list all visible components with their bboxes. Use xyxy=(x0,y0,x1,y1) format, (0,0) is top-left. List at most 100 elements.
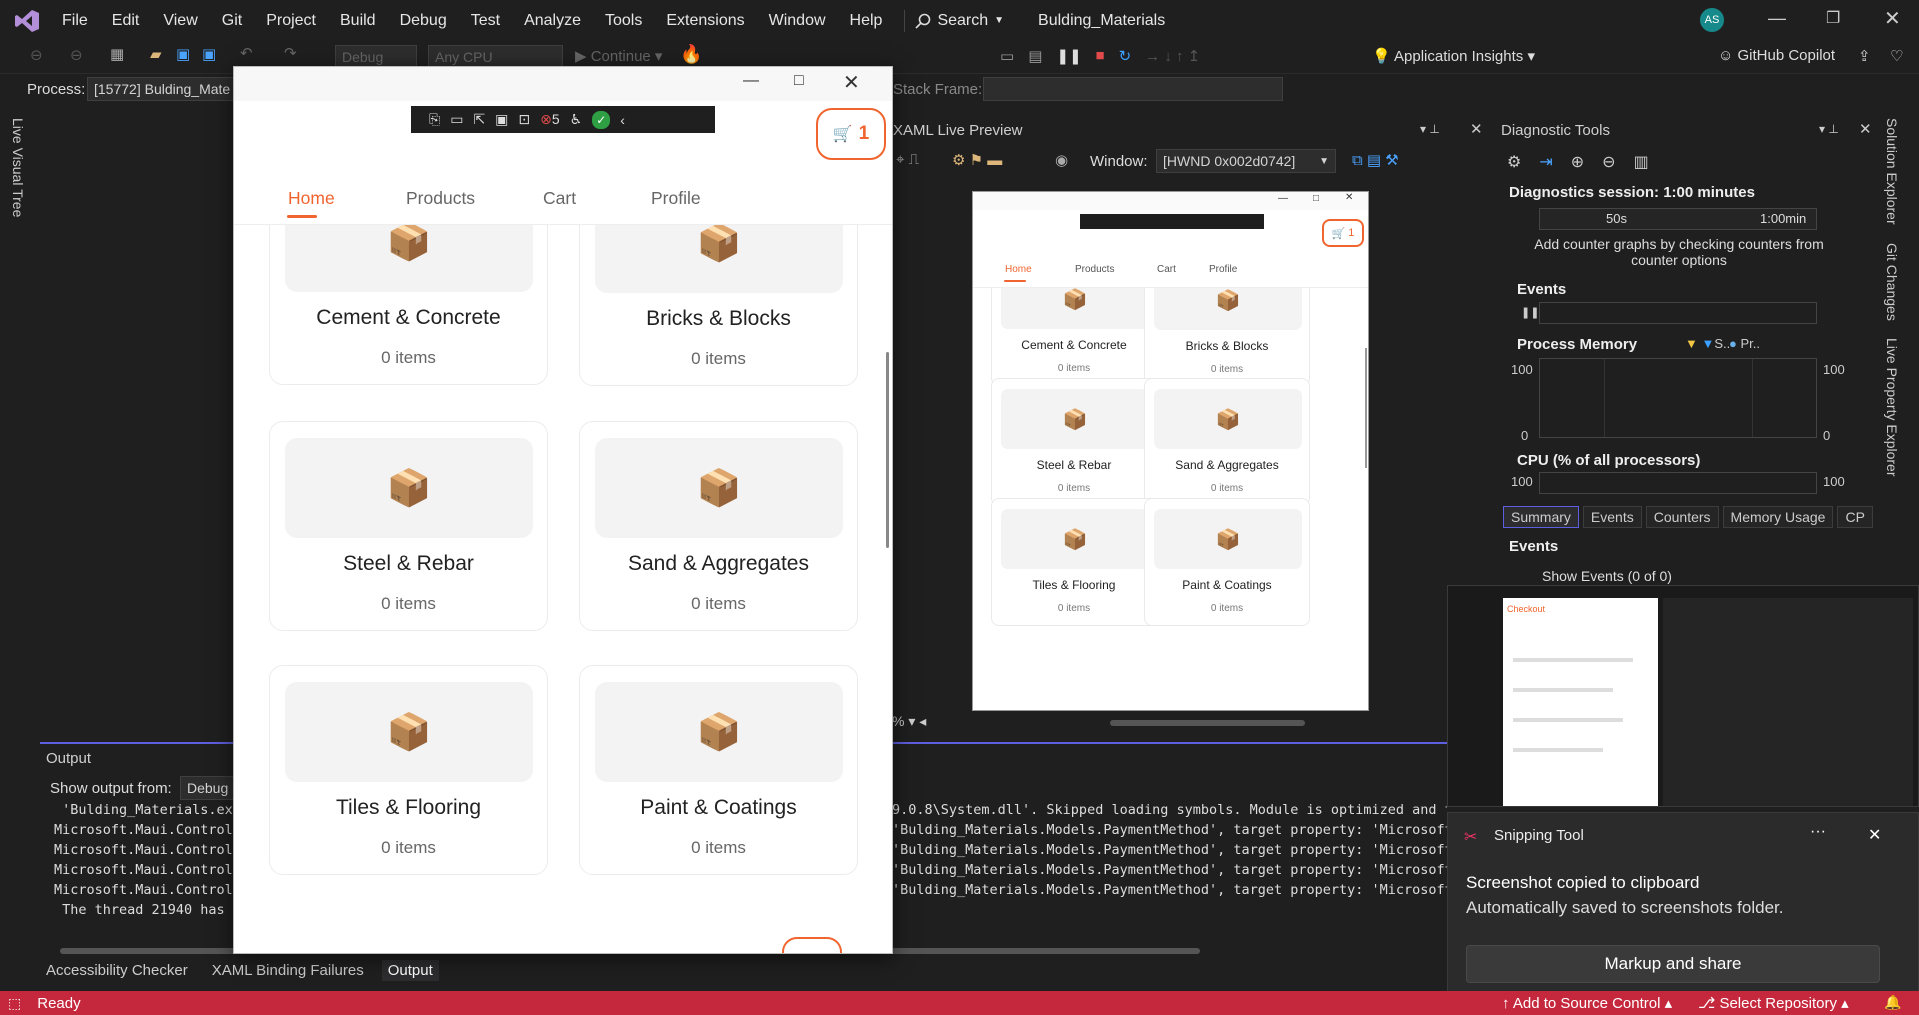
menu-item[interactable]: Edit xyxy=(100,12,152,30)
nav-home[interactable]: Home xyxy=(288,188,335,209)
menu-item[interactable]: Tools xyxy=(593,12,654,30)
more-icon[interactable]: ··· xyxy=(1810,823,1826,841)
restart-icon[interactable]: ↻ xyxy=(1119,47,1132,65)
search-box[interactable]: Search ▼ xyxy=(915,12,1004,30)
feedback-icon[interactable]: ♡ xyxy=(1890,47,1903,65)
diag-tab[interactable]: Memory Usage xyxy=(1722,506,1834,528)
menu-item[interactable]: Analyze xyxy=(512,12,593,30)
menu-item[interactable]: File xyxy=(50,12,100,30)
pin-icon[interactable]: ▾ ⊥ xyxy=(1420,122,1440,136)
cart-button[interactable]: 🛒 1 xyxy=(816,108,886,160)
cpu-section[interactable]: CPU (% of all processors) xyxy=(1517,452,1700,469)
select-element-icon[interactable]: ⌖ ⎍ xyxy=(896,151,919,168)
minimize-icon[interactable]: — xyxy=(743,72,759,90)
back-icon[interactable]: ⊖ xyxy=(30,46,43,64)
menu-item[interactable]: Debug xyxy=(388,12,459,30)
process-memory-section[interactable]: Process Memory xyxy=(1517,336,1637,353)
nav-products[interactable]: Products xyxy=(406,188,475,209)
minimize-icon[interactable]: — xyxy=(1768,8,1786,29)
record-icon[interactable]: ▭ xyxy=(450,111,463,128)
monitor-icon[interactable]: ▭ xyxy=(1000,47,1014,65)
output-bottom-tab[interactable]: Output xyxy=(381,960,439,981)
menu-item[interactable]: Test xyxy=(459,12,512,30)
close-icon[interactable]: ✕ xyxy=(1884,6,1901,31)
category-card[interactable]: 📦 Sand & Aggregates 0 items xyxy=(579,421,858,631)
zoom-out-icon[interactable]: ⊖ xyxy=(1602,152,1615,172)
maximize-icon[interactable]: □ xyxy=(794,72,804,90)
select-icon[interactable]: ⇱ xyxy=(473,111,485,128)
process-select[interactable]: [15772] Bulding_Mate xyxy=(87,77,247,101)
menu-item[interactable]: Build xyxy=(328,12,388,30)
restore-icon[interactable]: ❐ xyxy=(1826,8,1840,28)
diag-tab[interactable]: CP xyxy=(1837,506,1873,528)
preview-hscroll[interactable] xyxy=(1110,720,1305,726)
menu-item[interactable]: Project xyxy=(254,12,328,30)
layout-icon[interactable]: ▤ xyxy=(1028,47,1042,65)
open-folder-icon[interactable]: ▰ xyxy=(150,45,162,63)
category-card[interactable]: 📦 Cement & Concrete 0 items xyxy=(269,225,548,385)
stack-frame-select[interactable] xyxy=(983,77,1283,101)
select-repository[interactable]: ⎇ Select Repository ▴ xyxy=(1698,994,1849,1012)
save-icon[interactable]: ▣ xyxy=(176,45,190,63)
preview-zoom[interactable]: % ▾ ◂ xyxy=(892,713,926,730)
markup-share-button[interactable]: Markup and share xyxy=(1466,945,1880,983)
zoom-in-icon[interactable]: ⊕ xyxy=(1571,152,1584,172)
menu-item[interactable]: Help xyxy=(838,12,895,30)
category-card[interactable]: 📦 Steel & Rebar 0 items xyxy=(269,421,548,631)
solution-explorer-tab[interactable]: Solution Explorer xyxy=(1884,118,1900,225)
diag-tab[interactable]: Events xyxy=(1582,506,1642,528)
adorner-icon[interactable]: ⊡ xyxy=(518,111,530,128)
git-changes-tab[interactable]: Git Changes xyxy=(1884,243,1900,321)
share-icon[interactable]: ⇪ xyxy=(1858,47,1871,65)
category-card[interactable]: 📦 Paint & Coatings 0 items xyxy=(579,665,858,875)
binding-failures-icon[interactable]: ⊗5 xyxy=(540,111,560,128)
check-icon[interactable]: ✓ xyxy=(592,110,611,129)
category-card[interactable]: 📦 Bricks & Blocks 0 items xyxy=(579,225,858,386)
step-icons[interactable]: → ↓ ↑ ↥ xyxy=(1145,47,1200,65)
panel-close-icon[interactable]: ✕ xyxy=(1859,120,1872,138)
pause-icon[interactable]: ❚❚ xyxy=(1521,306,1539,319)
layout-icon[interactable]: ▣ xyxy=(495,111,508,128)
forward-icon[interactable]: ⊖ xyxy=(70,46,83,64)
collapse-icon[interactable]: ‹ xyxy=(620,112,625,128)
stop-icon[interactable]: ■ xyxy=(1096,47,1105,65)
gear-icon[interactable]: ⚙ xyxy=(1507,152,1521,172)
events-section[interactable]: Events xyxy=(1517,281,1566,298)
notification-icon[interactable]: 🔔 xyxy=(1884,994,1901,1011)
close-icon[interactable]: ✕ xyxy=(843,70,860,95)
chart-icon[interactable]: ▥ xyxy=(1634,152,1649,172)
app-scrollbar[interactable] xyxy=(886,352,889,548)
live-property-explorer-tab[interactable]: Live Property Explorer xyxy=(1884,338,1900,477)
add-source-control[interactable]: ↑ Add to Source Control ▴ xyxy=(1502,994,1672,1012)
pin-icon[interactable]: ▾ ⊥ xyxy=(1819,122,1839,136)
copilot-button[interactable]: ☺ GitHub Copilot xyxy=(1718,47,1835,64)
category-card[interactable]: 📦 Tiles & Flooring 0 items xyxy=(269,665,548,875)
diag-tab[interactable]: Counters xyxy=(1645,506,1719,528)
nav-cart[interactable]: Cart xyxy=(543,188,576,209)
adorners-icon[interactable]: ⚙ ⚑ ▬ xyxy=(952,151,1002,169)
show-events-link[interactable]: Show Events (0 of 0) xyxy=(1542,568,1672,584)
output-bottom-tab[interactable]: Accessibility Checker xyxy=(40,960,194,981)
avatar[interactable]: AS xyxy=(1700,8,1724,32)
menu-item[interactable]: Extensions xyxy=(654,12,756,30)
output-source-select[interactable]: Debug xyxy=(180,776,240,800)
hot-reload-icon[interactable]: 🔥 xyxy=(680,44,702,65)
window-select[interactable]: [HWND 0x002d0742] ▼ xyxy=(1156,149,1336,173)
new-item-icon[interactable]: ▦ xyxy=(110,45,124,63)
visual-tree-icon[interactable]: ⎘ xyxy=(429,111,440,128)
toast-close-icon[interactable]: ✕ xyxy=(1868,825,1881,845)
menu-item[interactable]: View xyxy=(151,12,209,30)
track-focus-icon[interactable]: ◉ xyxy=(1055,151,1068,169)
pause-icon[interactable]: ❚❚ xyxy=(1056,47,1081,65)
app-insights[interactable]: 💡 Application Insights ▾ xyxy=(1372,47,1535,65)
snipping-thumbnail[interactable]: Checkout xyxy=(1447,585,1919,807)
accessibility-icon[interactable]: ♿ xyxy=(570,111,583,128)
nav-profile[interactable]: Profile xyxy=(651,188,701,209)
panel-close-icon[interactable]: ✕ xyxy=(1470,120,1483,138)
menu-item[interactable]: Git xyxy=(210,12,254,30)
menu-item[interactable]: Window xyxy=(757,12,838,30)
save-all-icon[interactable]: ▣ xyxy=(202,45,216,63)
continue-button[interactable]: ▶ Continue ▾ xyxy=(575,47,662,65)
live-visual-tree-tab[interactable]: Live Visual Tree xyxy=(10,118,26,217)
undo-icon[interactable]: ↶ xyxy=(240,44,253,62)
